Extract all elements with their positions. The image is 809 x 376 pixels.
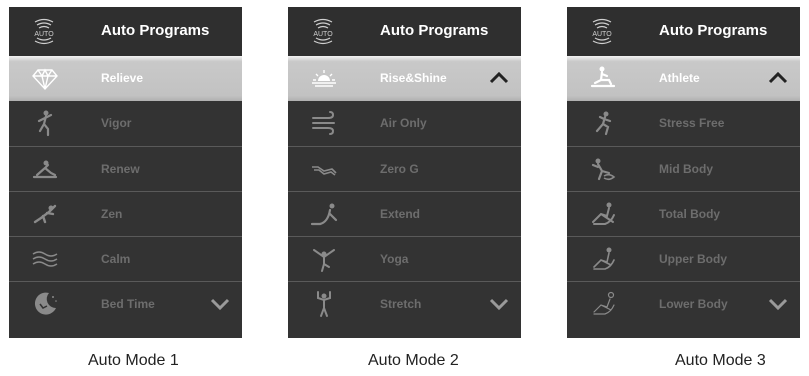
program-label: Stretch [380, 297, 422, 311]
caption-auto-mode-2: Auto Mode 2 [368, 352, 459, 369]
program-label: Stress Free [659, 116, 725, 130]
athlete-figure-icon [589, 64, 617, 92]
program-item-stretch[interactable]: Stretch [288, 281, 521, 326]
program-label: Extend [380, 207, 421, 221]
panel-title: Auto Programs [380, 22, 489, 39]
program-label: Yoga [380, 252, 409, 266]
chevron-down-icon[interactable] [489, 296, 509, 312]
mid-body-figure-icon [589, 155, 617, 183]
program-label: Relieve [101, 71, 144, 85]
waves-icon [31, 245, 59, 273]
program-item-lower-body[interactable]: Lower Body [567, 281, 800, 326]
program-label: Bed Time [101, 297, 155, 311]
program-item-upper-body[interactable]: Upper Body [567, 236, 800, 281]
program-label: Upper Body [659, 252, 728, 266]
panel-title: Auto Programs [101, 22, 210, 39]
diamond-icon [31, 64, 59, 92]
panel-title: Auto Programs [659, 22, 768, 39]
sunrise-icon [310, 64, 338, 92]
program-item-extend[interactable]: Extend [288, 191, 521, 236]
upper-body-chair-icon [589, 245, 617, 273]
chevron-up-icon[interactable] [768, 70, 788, 86]
program-label: Air Only [380, 116, 427, 130]
total-body-chair-icon [589, 200, 617, 228]
program-item-total-body[interactable]: Total Body [567, 191, 800, 236]
auto-programs-panel-3: Auto Programs Athlete Stress Free Mid Bo… [567, 7, 800, 338]
chevron-up-icon[interactable] [489, 70, 509, 86]
renew-figure-icon [31, 155, 59, 183]
panel-header: Auto Programs [288, 7, 521, 56]
program-item-renew[interactable]: Renew [9, 146, 242, 191]
program-item-mid-body[interactable]: Mid Body [567, 146, 800, 191]
chevron-down-icon[interactable] [210, 296, 230, 312]
program-item-relieve[interactable]: Relieve [9, 56, 242, 101]
program-label: Calm [101, 252, 131, 266]
program-label: Renew [101, 162, 140, 176]
program-label: Vigor [101, 116, 132, 130]
program-item-vigor[interactable]: Vigor [9, 101, 242, 146]
zero-g-icon [310, 155, 338, 183]
auto-icon [29, 17, 59, 47]
program-item-rise-shine[interactable]: Rise&Shine [288, 56, 521, 101]
stress-free-figure-icon [589, 109, 617, 137]
program-item-stress-free[interactable]: Stress Free [567, 101, 800, 146]
moon-icon [31, 290, 59, 318]
program-label: Zen [101, 207, 123, 221]
program-item-zero-g[interactable]: Zero G [288, 146, 521, 191]
caption-auto-mode-1: Auto Mode 1 [88, 352, 179, 369]
program-label: Total Body [659, 207, 721, 221]
program-label: Rise&Shine [380, 71, 447, 85]
program-item-zen[interactable]: Zen [9, 191, 242, 236]
auto-programs-panel-1: Auto Programs Relieve Vigor Renew Zen Ca… [9, 7, 242, 338]
program-item-calm[interactable]: Calm [9, 236, 242, 281]
program-label: Mid Body [659, 162, 713, 176]
program-label: Zero G [380, 162, 419, 176]
auto-programs-panel-2: Auto Programs Rise&Shine Air Only Zero G… [288, 7, 521, 338]
extend-figure-icon [310, 200, 338, 228]
caption-auto-mode-3: Auto Mode 3 [675, 352, 766, 369]
program-label: Athlete [659, 71, 700, 85]
auto-icon [308, 17, 338, 47]
auto-icon [587, 17, 617, 47]
yoga-figure-icon [310, 245, 338, 273]
chevron-down-icon[interactable] [768, 296, 788, 312]
panel-header: Auto Programs [567, 7, 800, 56]
zen-figure-icon [31, 200, 59, 228]
program-item-bed-time[interactable]: Bed Time [9, 281, 242, 326]
vigor-figure-icon [31, 109, 59, 137]
program-item-air-only[interactable]: Air Only [288, 101, 521, 146]
program-item-athlete[interactable]: Athlete [567, 56, 800, 101]
stretch-figure-icon [310, 290, 338, 318]
lower-body-chair-icon [589, 290, 617, 318]
panel-header: Auto Programs [9, 7, 242, 56]
program-label: Lower Body [659, 297, 728, 311]
wind-icon [310, 109, 338, 137]
program-item-yoga[interactable]: Yoga [288, 236, 521, 281]
